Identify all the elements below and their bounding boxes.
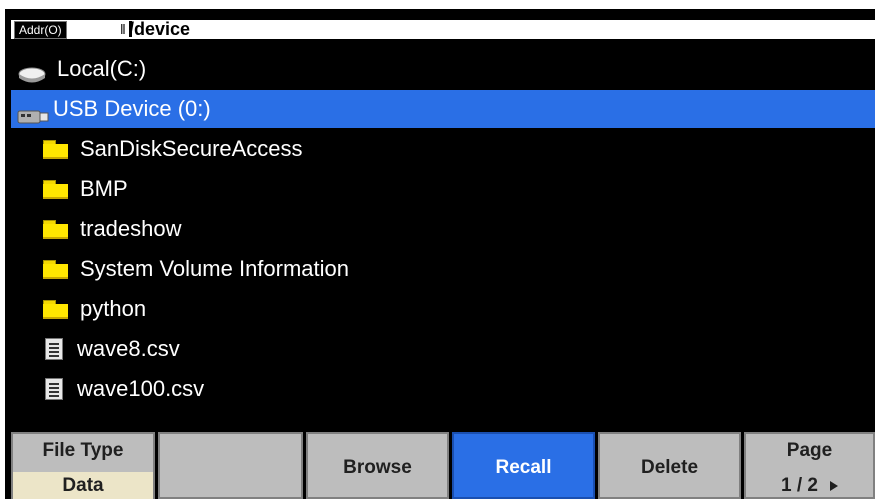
softkey-bar: File Type Data Browse Recall Delete Page…	[11, 432, 875, 499]
list-item-label: python	[80, 296, 147, 321]
arrow-right-icon	[829, 480, 838, 491]
list-item-folder[interactable]: python	[11, 290, 875, 328]
blank-softkey[interactable]	[158, 432, 303, 499]
list-item-folder[interactable]: BMP	[11, 170, 875, 208]
page-label: Page	[786, 440, 833, 461]
list-item-file[interactable]: wave8.csv	[11, 330, 875, 368]
browse-label: Browse	[343, 457, 412, 478]
delete-label: Delete	[640, 457, 699, 478]
folder-icon	[43, 140, 68, 159]
file-type-value: Data	[13, 472, 153, 499]
file-type-label: File Type	[42, 440, 124, 461]
folder-icon	[43, 260, 68, 279]
list-item-label: BMP	[80, 176, 128, 201]
recall-label: Recall	[495, 457, 552, 478]
folder-icon	[43, 300, 68, 319]
file-icon	[45, 378, 63, 400]
address-label: Addr(O)	[14, 21, 67, 39]
page-value: 1 / 2	[781, 475, 818, 496]
list-item-folder[interactable]: SanDiskSecureAccess	[11, 130, 875, 168]
list-item-label: USB Device (0:)	[53, 96, 211, 121]
file-type-button[interactable]: File Type Data	[11, 432, 155, 499]
hard-drive-icon	[17, 59, 47, 83]
list-item-label: tradeshow	[80, 216, 182, 241]
page-indicator: 1 / 2	[746, 472, 873, 499]
device-frame: Addr(O) ‖ /device Local(C:) USB Device (…	[0, 0, 875, 499]
recall-button[interactable]: Recall	[452, 432, 595, 499]
blank-softkey-label	[160, 434, 301, 497]
list-item-label: Local(C:)	[57, 56, 147, 81]
list-item-label: wave8.csv	[77, 336, 180, 361]
list-item-usb-drive[interactable]: USB Device (0:)	[11, 90, 875, 128]
delete-button[interactable]: Delete	[598, 432, 741, 499]
folder-icon	[43, 180, 68, 199]
file-list: Local(C:) USB Device (0:) SanDiskSecureA…	[11, 50, 875, 425]
page-button[interactable]: Page 1 / 2	[744, 432, 875, 499]
address-bar: Addr(O) ‖ /device	[11, 20, 875, 41]
file-icon	[45, 338, 63, 360]
usb-drive-icon	[17, 100, 51, 124]
folder-icon	[43, 220, 68, 239]
list-item-label: wave100.csv	[77, 376, 205, 401]
list-item-label: SanDiskSecureAccess	[80, 136, 303, 161]
list-item-folder[interactable]: tradeshow	[11, 210, 875, 248]
list-item-label: System Volume Information	[80, 256, 350, 281]
list-item-local-drive[interactable]: Local(C:)	[11, 50, 875, 88]
browse-button[interactable]: Browse	[306, 432, 449, 499]
address-separator-icon: ‖	[120, 21, 126, 37]
list-item-folder[interactable]: System Volume Information	[11, 250, 875, 288]
address-path: /device	[129, 19, 191, 39]
list-item-file[interactable]: wave100.csv	[11, 370, 875, 408]
